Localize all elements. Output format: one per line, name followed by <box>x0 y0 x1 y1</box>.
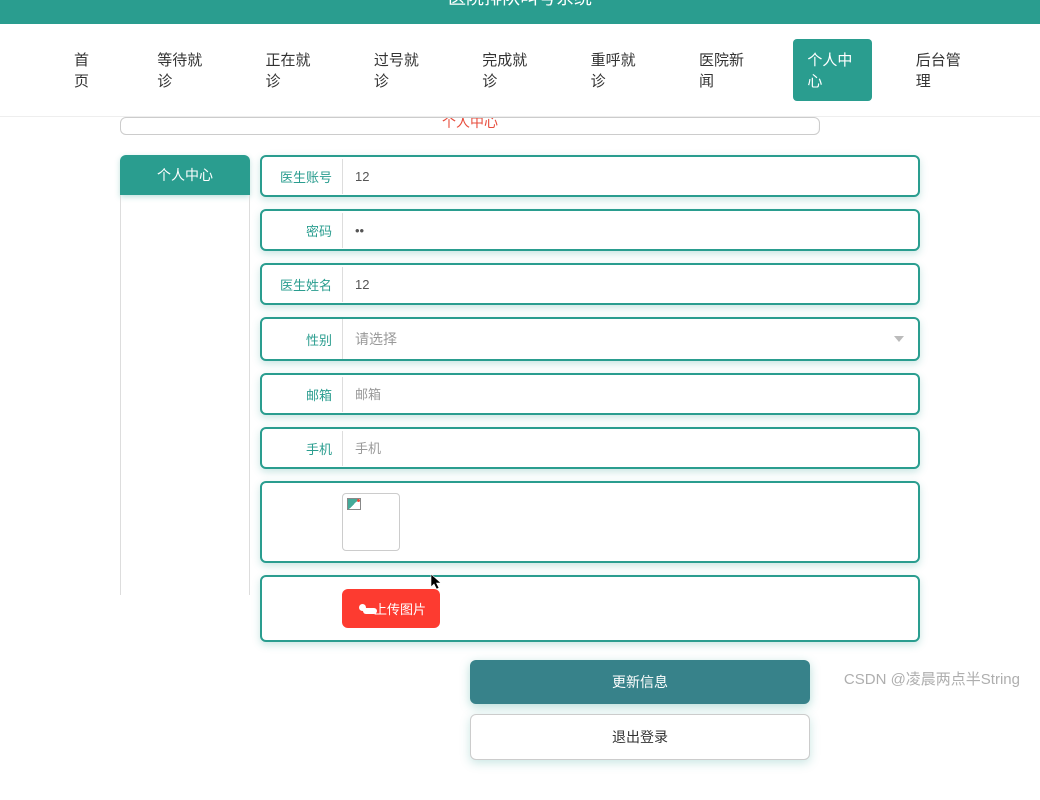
label-email: 邮箱 <box>262 385 342 404</box>
row-account: 医生账号 <box>260 155 920 197</box>
label-password: 密码 <box>262 221 342 240</box>
sidebar-tab-personal[interactable]: 个人中心 <box>120 155 250 195</box>
top-card-text: 个人中心 <box>442 117 498 132</box>
header-title: 医院排队叫号系统 <box>448 0 592 4</box>
update-button[interactable]: 更新信息 <box>470 660 810 704</box>
row-phone: 手机 <box>260 427 920 469</box>
row-image-preview <box>260 481 920 563</box>
image-preview[interactable] <box>342 493 400 551</box>
label-account: 医生账号 <box>262 167 342 186</box>
select-gender-placeholder: 请选择 <box>355 329 397 349</box>
form-panel: 医生账号 密码 医生姓名 性别 请选择 <box>250 155 920 760</box>
nav-admin[interactable]: 后台管理 <box>902 39 980 101</box>
upload-button-label: 上传图片 <box>374 599 426 618</box>
label-name: 医生姓名 <box>262 275 342 294</box>
nav-bar: 首页 等待就诊 正在就诊 过号就诊 完成就诊 重呼就诊 医院新闻 个人中心 后台… <box>0 24 1040 117</box>
input-name[interactable] <box>342 267 918 302</box>
row-gender: 性别 请选择 <box>260 317 920 361</box>
nav-waiting[interactable]: 等待就诊 <box>143 39 221 101</box>
nav-recall[interactable]: 重呼就诊 <box>577 39 655 101</box>
nav-finished[interactable]: 完成就诊 <box>468 39 546 101</box>
input-password[interactable] <box>342 213 918 248</box>
chevron-down-icon <box>894 336 904 342</box>
sidebar-body <box>120 195 250 595</box>
header-bar: 医院排队叫号系统 <box>0 0 1040 24</box>
top-card: 个人中心 <box>120 117 820 135</box>
nav-news[interactable]: 医院新闻 <box>685 39 763 101</box>
content: 个人中心 个人中心 医生账号 密码 医生姓名 <box>0 117 1040 800</box>
input-account[interactable] <box>342 159 918 194</box>
logout-button[interactable]: 退出登录 <box>470 714 810 760</box>
sidebar: 个人中心 <box>120 155 250 760</box>
upload-image-button[interactable]: 上传图片 <box>342 589 440 628</box>
row-password: 密码 <box>260 209 920 251</box>
broken-image-icon <box>347 498 361 512</box>
row-email: 邮箱 <box>260 373 920 415</box>
input-phone[interactable] <box>342 431 918 466</box>
select-gender[interactable]: 请选择 <box>342 319 918 359</box>
cloud-upload-icon <box>356 604 370 614</box>
row-upload: 上传图片 <box>260 575 920 642</box>
input-email[interactable] <box>342 377 918 412</box>
label-gender: 性别 <box>262 330 342 349</box>
nav-current[interactable]: 正在就诊 <box>252 39 330 101</box>
label-phone: 手机 <box>262 439 342 458</box>
nav-home[interactable]: 首页 <box>60 39 113 101</box>
nav-passed[interactable]: 过号就诊 <box>360 39 438 101</box>
row-name: 医生姓名 <box>260 263 920 305</box>
watermark: CSDN @凌晨两点半String <box>844 668 1020 689</box>
actions-group: 更新信息 退出登录 <box>260 660 920 760</box>
nav-personal-center[interactable]: 个人中心 <box>793 39 871 101</box>
